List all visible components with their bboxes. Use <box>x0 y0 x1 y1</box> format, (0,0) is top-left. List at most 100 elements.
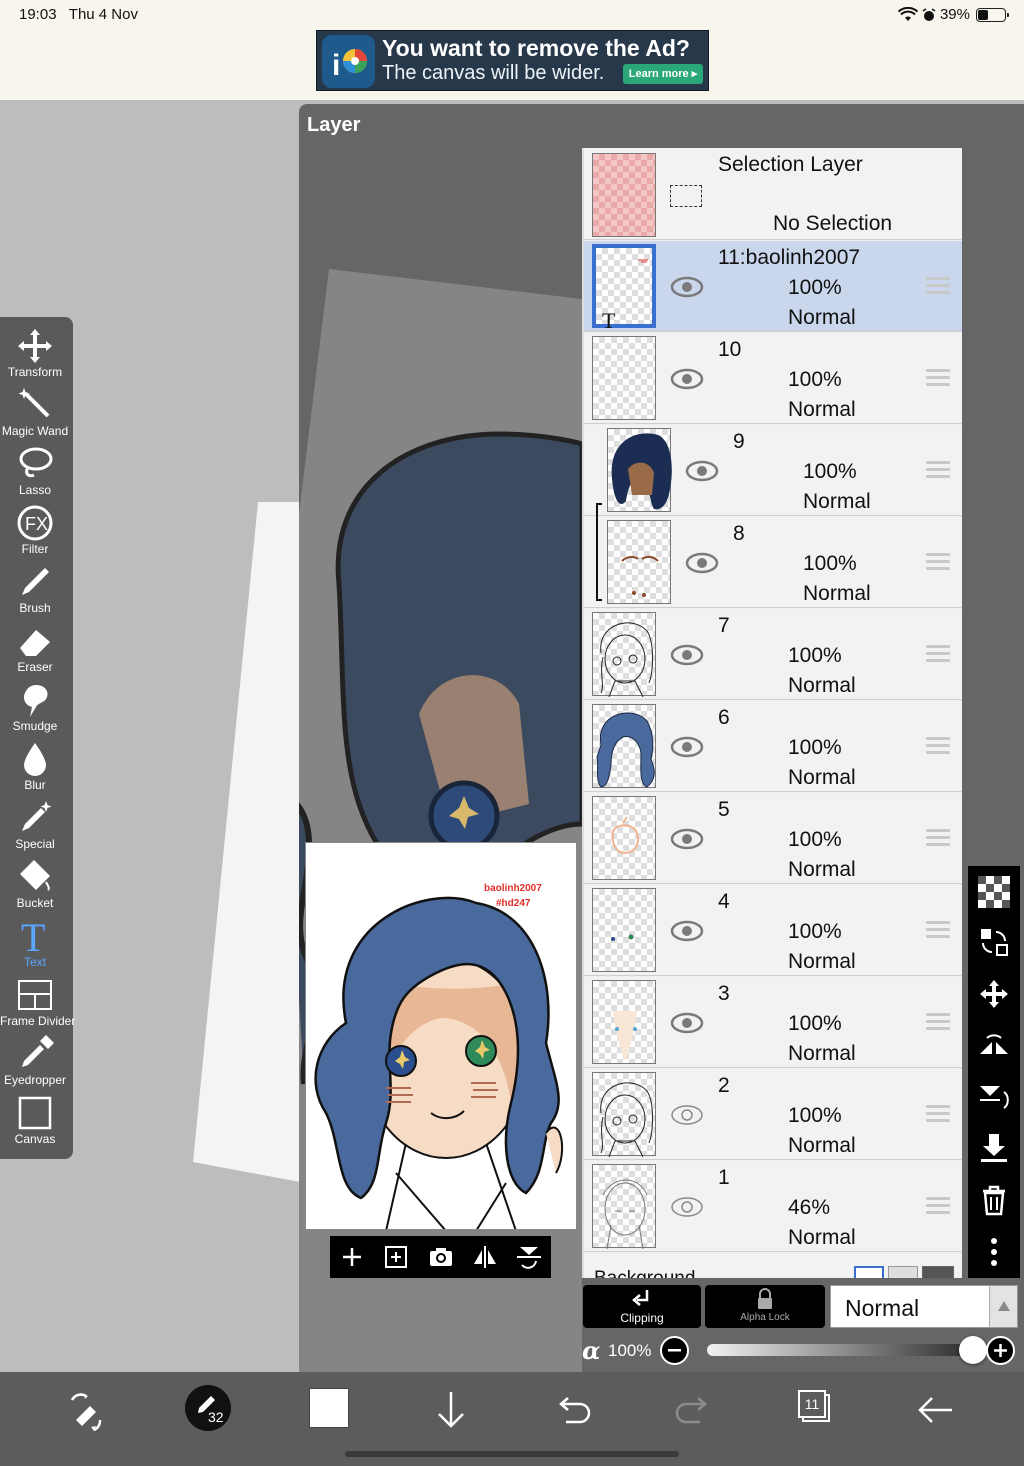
tool-label: Lasso <box>18 483 52 497</box>
layers-button[interactable]: 11 <box>798 1390 834 1426</box>
eye-icon[interactable] <box>685 552 719 574</box>
tool-lasso[interactable]: Lasso <box>0 445 70 497</box>
drag-handle-icon[interactable] <box>926 461 950 479</box>
tool-filter[interactable]: FX Filter <box>0 504 70 556</box>
eye-icon[interactable] <box>670 644 704 666</box>
tool-text[interactable]: T Text <box>0 917 70 969</box>
layer-row[interactable]: 2 100% Normal <box>584 1069 962 1160</box>
quick-tool-icon[interactable] <box>62 1386 110 1434</box>
brush-size-button[interactable]: 32 <box>185 1385 231 1431</box>
eye-icon[interactable] <box>670 920 704 942</box>
layer-row[interactable]: 1 46% Normal <box>584 1161 962 1252</box>
drag-handle-icon[interactable] <box>926 829 950 847</box>
opacity-increase-button[interactable] <box>986 1336 1015 1365</box>
wifi-icon <box>897 6 918 21</box>
arrow-down-icon[interactable] <box>427 1386 475 1434</box>
layer-row[interactable]: T 11:baolinh2007 100% Normal <box>584 241 962 333</box>
blend-mode-dropdown[interactable] <box>989 1286 1017 1327</box>
ibis-logo-icon: i <box>322 35 375 88</box>
background-white-swatch[interactable] <box>854 1266 884 1278</box>
preview-text-1: baolinh2007 <box>484 883 542 894</box>
camera-icon[interactable] <box>428 1245 454 1269</box>
background-checker-swatch[interactable] <box>888 1266 918 1278</box>
flip-vertical-icon[interactable] <box>978 1082 1010 1114</box>
canvas-preview[interactable]: baolinh2007 #hd247 <box>305 842 577 1230</box>
eye-icon[interactable] <box>670 276 704 298</box>
color-swatch[interactable] <box>309 1388 349 1428</box>
drag-handle-icon[interactable] <box>926 645 950 663</box>
alpha-lock-button[interactable]: Alpha Lock <box>705 1285 825 1328</box>
layer-list[interactable]: Selection Layer No Selection T 11:baolinh… <box>582 148 962 1278</box>
drag-handle-icon[interactable] <box>926 1013 950 1031</box>
tool-smudge[interactable]: Smudge <box>0 681 70 733</box>
clipping-arrow-icon <box>632 1290 649 1306</box>
more-vertical-icon[interactable] <box>978 1236 1010 1268</box>
clipping-button[interactable]: Clipping <box>583 1285 701 1328</box>
redo-icon[interactable] <box>670 1386 718 1434</box>
eye-icon[interactable] <box>670 368 704 390</box>
drag-handle-icon[interactable] <box>926 1105 950 1123</box>
tool-brush[interactable]: Brush <box>0 563 70 615</box>
tool-canvas[interactable]: Canvas <box>0 1094 70 1146</box>
layer-row[interactable]: 5 100% Normal <box>584 793 962 884</box>
drag-handle-icon[interactable] <box>926 1197 950 1215</box>
layer-row[interactable]: 7 100% Normal <box>584 609 962 700</box>
ad-learn-more-button[interactable]: Learn more ▸ <box>623 64 703 84</box>
flip-horizontal-icon[interactable] <box>472 1245 498 1269</box>
drag-handle-icon[interactable] <box>926 737 950 755</box>
tool-magic-wand[interactable]: Magic Wand <box>0 386 70 438</box>
chevron-up-icon <box>998 1301 1010 1311</box>
back-arrow-icon[interactable] <box>912 1386 960 1434</box>
ad-subtitle: The canvas will be wider. <box>382 62 605 84</box>
background-dark-swatch[interactable] <box>922 1266 954 1278</box>
drag-handle-icon[interactable] <box>926 369 950 387</box>
layer-row[interactable]: 10 100% Normal <box>584 333 962 424</box>
tool-eraser[interactable]: Eraser <box>0 622 70 674</box>
eye-hidden-icon[interactable] <box>670 1196 704 1218</box>
blend-mode-select[interactable]: Normal <box>830 1285 1018 1328</box>
layer-transfer-icon[interactable] <box>978 926 1010 958</box>
layer-row[interactable]: 3 100% Normal <box>584 977 962 1068</box>
layer-thumbnail <box>592 888 656 972</box>
merge-down-icon[interactable] <box>978 1132 1010 1164</box>
eye-icon[interactable] <box>670 828 704 850</box>
drag-handle-icon[interactable] <box>926 921 950 939</box>
selection-layer-row[interactable]: Selection Layer No Selection <box>584 148 962 240</box>
eye-icon[interactable] <box>685 460 719 482</box>
tool-blur[interactable]: Blur <box>0 740 70 792</box>
tool-transform[interactable]: Transform <box>0 327 70 379</box>
layer-thumbnail <box>607 428 672 512</box>
tool-bucket[interactable]: Bucket <box>0 858 70 910</box>
ad-banner[interactable]: i You want to remove the Ad? The canvas … <box>316 30 709 91</box>
layer-blend-mode: Normal <box>788 950 856 973</box>
background-row[interactable]: Background <box>584 1254 962 1278</box>
drag-handle-icon[interactable] <box>926 553 950 571</box>
eye-icon[interactable] <box>670 736 704 758</box>
opacity-decrease-button[interactable] <box>660 1336 689 1365</box>
checker-fill-icon[interactable] <box>978 876 1010 908</box>
move-arrows-icon <box>18 329 52 363</box>
layer-row[interactable]: 6 100% Normal <box>584 701 962 792</box>
fx-icon: FX <box>17 505 53 541</box>
layer-row[interactable]: 4 100% Normal <box>584 885 962 976</box>
opacity-slider[interactable] <box>707 1336 987 1364</box>
layer-row[interactable]: 8 100% Normal <box>584 503 962 608</box>
trash-icon[interactable] <box>978 1184 1010 1216</box>
layer-row[interactable]: 9 100% Normal <box>584 425 962 516</box>
flip-vertical-icon[interactable] <box>516 1245 542 1269</box>
eye-hidden-icon[interactable] <box>670 1104 704 1126</box>
tool-special[interactable]: Special <box>0 799 70 851</box>
drag-handle-icon[interactable] <box>926 277 950 295</box>
move-icon[interactable] <box>978 978 1010 1010</box>
tool-eyedropper[interactable]: Eyedropper <box>0 1035 70 1087</box>
layer-name: 3 <box>718 982 730 1005</box>
layer-blend-mode: Normal <box>788 398 856 421</box>
add-layer-icon[interactable] <box>340 1245 364 1269</box>
opacity-slider-thumb[interactable] <box>959 1336 987 1364</box>
add-photo-layer-icon[interactable] <box>384 1245 408 1269</box>
layer-thumbnail <box>592 336 656 420</box>
tool-frame-divider[interactable]: Frame Divider <box>0 976 75 1028</box>
flip-horizontal-icon[interactable] <box>978 1030 1010 1062</box>
undo-icon[interactable] <box>548 1386 596 1434</box>
eye-icon[interactable] <box>670 1012 704 1034</box>
